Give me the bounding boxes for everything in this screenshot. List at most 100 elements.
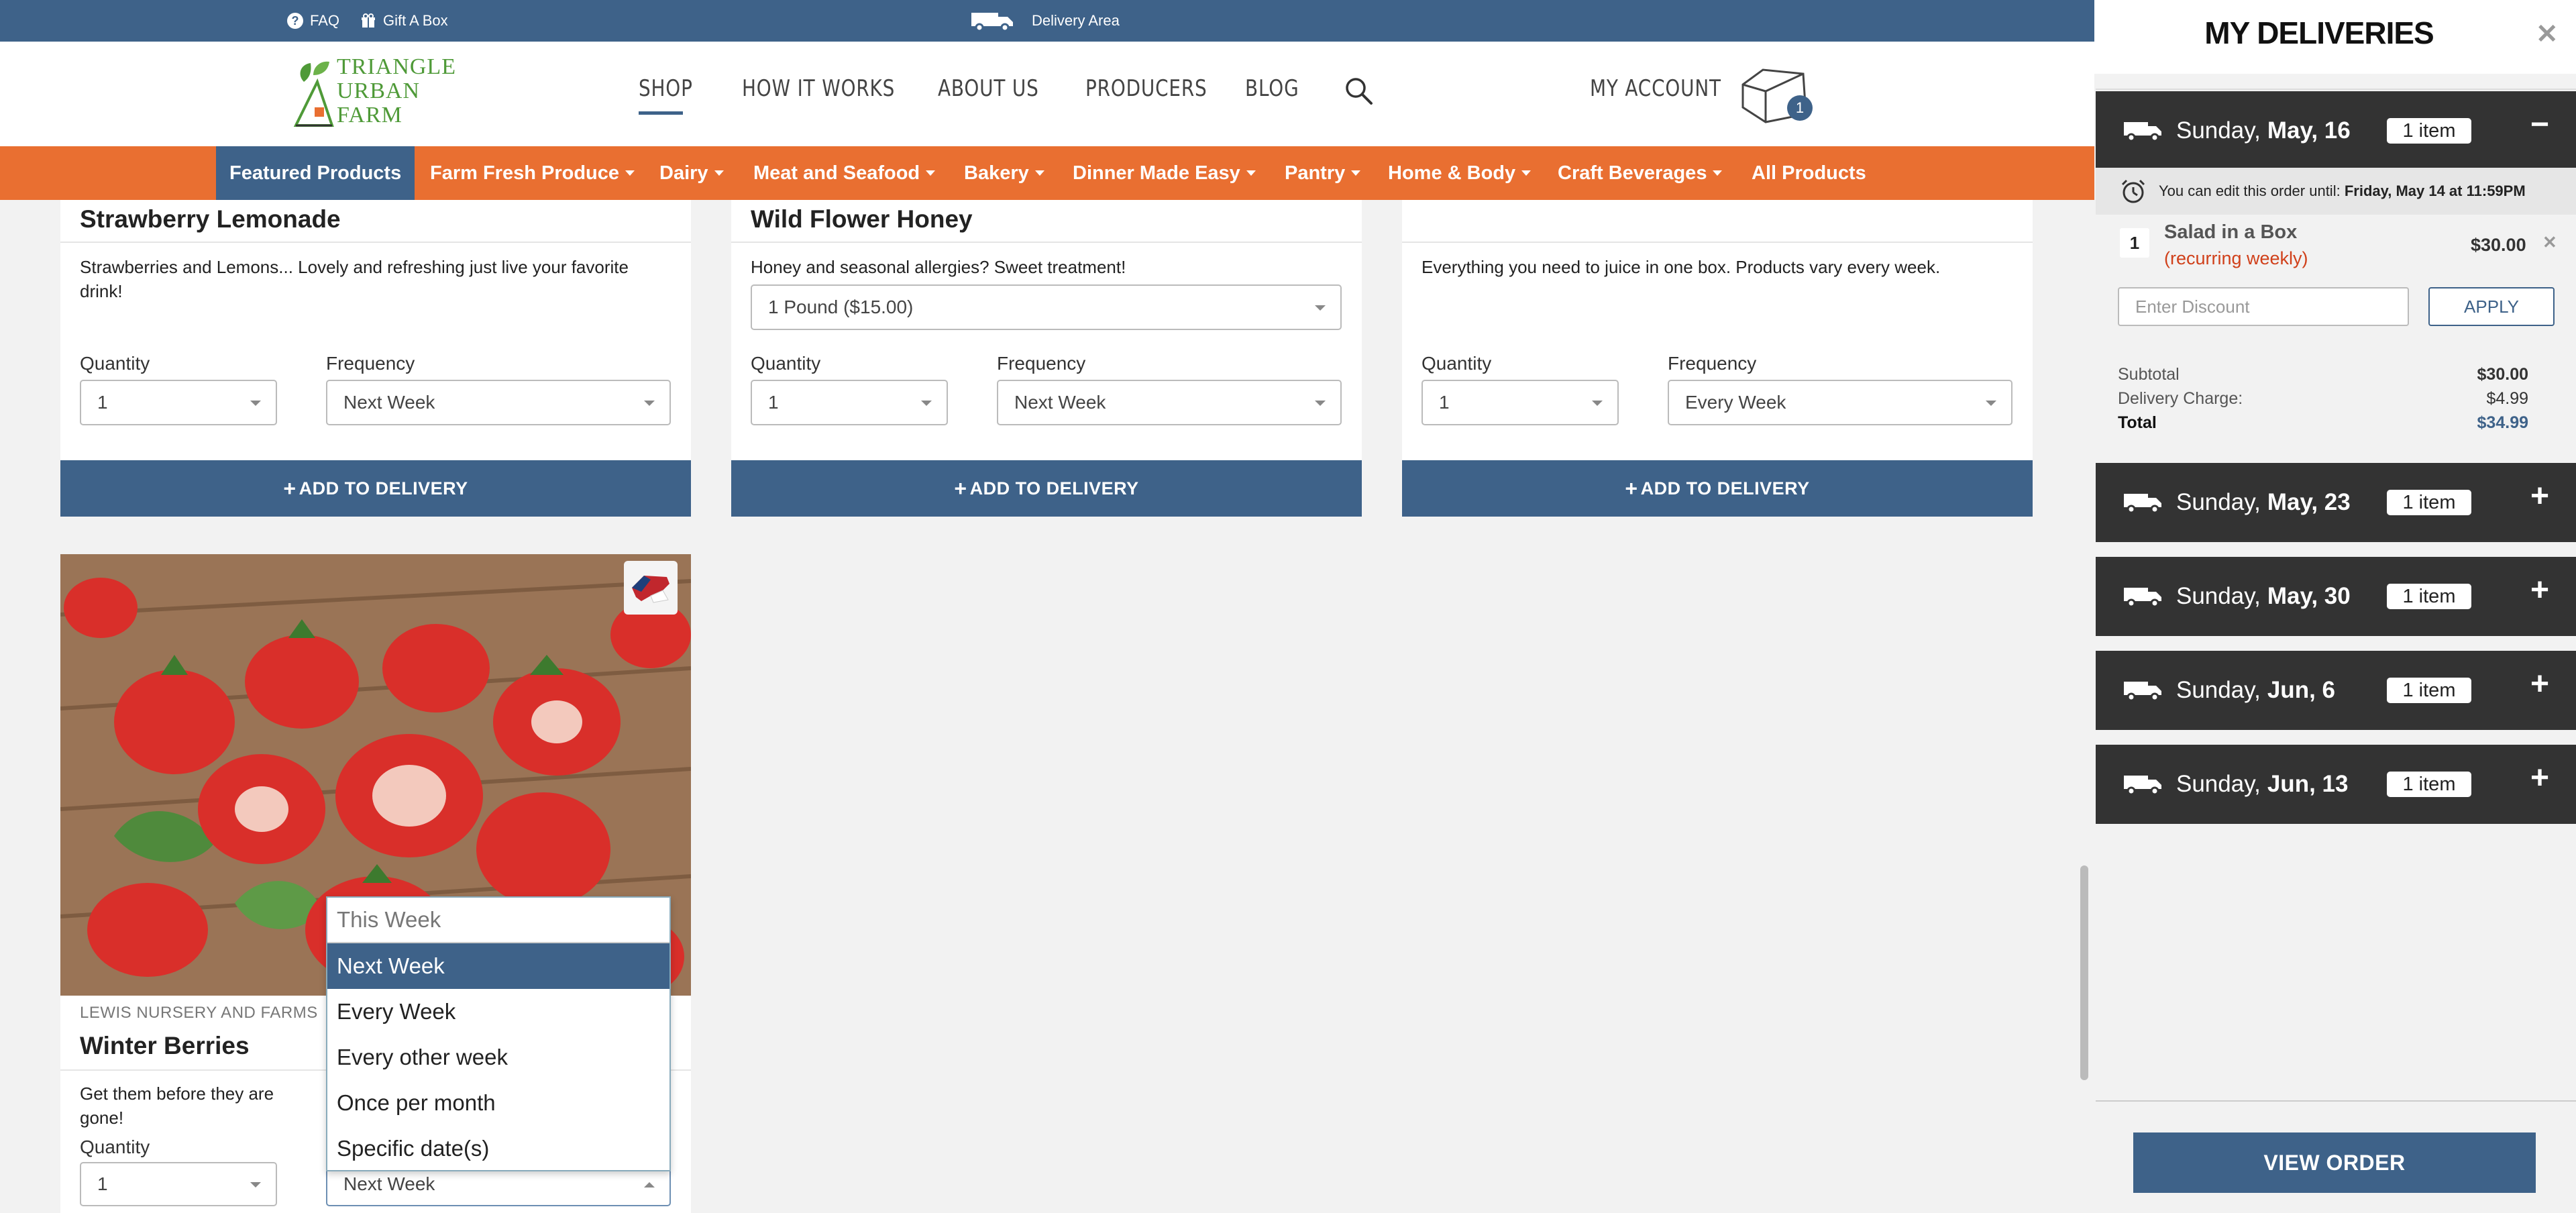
- logo-icon[interactable]: [290, 55, 337, 129]
- option-every-other-week[interactable]: Every other week: [327, 1035, 669, 1080]
- subtotal-value: $30.00: [2477, 365, 2528, 384]
- delivery-header[interactable]: Sunday, May, 30 1 item +: [2096, 557, 2576, 636]
- delivery-header[interactable]: Sunday, Jun, 6 1 item +: [2096, 651, 2576, 730]
- quantity-select[interactable]: 1: [80, 1162, 277, 1206]
- delivery-date-value: Jun, 13: [2267, 771, 2349, 797]
- chevron-down-icon: [921, 401, 932, 406]
- button-label: ADD TO DELIVERY: [969, 478, 1139, 498]
- delivery-header[interactable]: Sunday, May, 23 1 item +: [2096, 463, 2576, 542]
- button-label: ADD TO DELIVERY: [1640, 478, 1810, 498]
- delivery-header[interactable]: Sunday, May, 16 1 item −: [2096, 91, 2576, 170]
- frequency-label: Frequency: [1668, 353, 1757, 374]
- view-order-button[interactable]: VIEW ORDER: [2133, 1132, 2536, 1193]
- expand-icon[interactable]: +: [2530, 759, 2549, 796]
- delivery-charge-value: $4.99: [2486, 389, 2528, 408]
- nav-producers[interactable]: PRODUCERS: [1085, 75, 1208, 102]
- faq-link[interactable]: ? FAQ: [287, 0, 339, 42]
- frequency-select[interactable]: Next Week: [326, 380, 671, 425]
- quantity-label: Quantity: [751, 353, 821, 374]
- expand-icon[interactable]: +: [2530, 478, 2549, 515]
- select-value: Next Week: [343, 392, 435, 413]
- nav-blog[interactable]: BLOG: [1245, 75, 1299, 102]
- nav-my-account[interactable]: MY ACCOUNT: [1590, 75, 1721, 102]
- item-count-badge: 1 item: [2387, 772, 2471, 797]
- frequency-select[interactable]: Next Week: [997, 380, 1342, 425]
- add-to-delivery-button[interactable]: + ADD TO DELIVERY: [731, 460, 1362, 517]
- expand-icon[interactable]: +: [2530, 666, 2549, 702]
- category-dinner-made-easy[interactable]: Dinner Made Easy: [1073, 146, 1256, 200]
- item-name[interactable]: Salad in a Box: [2164, 221, 2297, 244]
- category-home-and-body[interactable]: Home & Body: [1388, 146, 1532, 200]
- category-farm-fresh-produce[interactable]: Farm Fresh Produce: [430, 146, 635, 200]
- delivery-day: Sunday,: [2176, 677, 2261, 703]
- chevron-up-icon: [644, 1182, 655, 1188]
- delivery-area-link[interactable]: Delivery Area: [971, 0, 1120, 42]
- remove-item-icon[interactable]: ✕: [2542, 232, 2557, 253]
- panel-divider: [2096, 1100, 2576, 1102]
- delivery-header[interactable]: Sunday, Jun, 13 1 item +: [2096, 745, 2576, 824]
- category-pantry[interactable]: Pantry: [1285, 146, 1361, 200]
- category-label: Dairy: [659, 162, 708, 184]
- category-label: All Products: [1752, 162, 1866, 184]
- nav-how-it-works[interactable]: HOW IT WORKS: [742, 75, 895, 102]
- category-label: Pantry: [1285, 162, 1346, 184]
- caret-down-icon: [714, 170, 724, 176]
- delivery-day: Sunday,: [2176, 117, 2261, 144]
- apply-button[interactable]: APPLY: [2428, 287, 2555, 326]
- truck-icon: [2124, 776, 2161, 796]
- delivery-date: Sunday, Jun, 13: [2176, 745, 2348, 824]
- logo-wordmark[interactable]: TRIANGLE URBAN FARM: [337, 55, 456, 127]
- category-meat-and-seafood[interactable]: Meat and Seafood: [753, 146, 936, 200]
- caret-down-icon: [1713, 170, 1723, 176]
- category-all-products[interactable]: All Products: [1752, 146, 1866, 200]
- category-bakery[interactable]: Bakery: [964, 146, 1044, 200]
- caret-down-icon: [625, 170, 635, 176]
- add-to-delivery-button[interactable]: + ADD TO DELIVERY: [60, 460, 691, 517]
- delivery-day: Sunday,: [2176, 583, 2261, 609]
- product-title[interactable]: Winter Berries: [80, 1032, 250, 1060]
- producer-name[interactable]: LEWIS NURSERY AND FARMS: [80, 1004, 318, 1022]
- quantity-select[interactable]: 1: [80, 380, 277, 425]
- edit-deadline-note: You can edit this order until: Friday, M…: [2096, 168, 2576, 215]
- category-dairy[interactable]: Dairy: [659, 146, 724, 200]
- quantity-select[interactable]: 1: [751, 380, 948, 425]
- divider: [60, 242, 691, 243]
- delivery-date: Sunday, May, 23: [2176, 463, 2351, 542]
- edit-note-text: You can edit this order until:: [2159, 182, 2341, 199]
- delivery-date: Sunday, May, 30: [2176, 557, 2351, 636]
- close-icon[interactable]: ✕: [2536, 19, 2559, 50]
- category-craft-beverages[interactable]: Craft Beverages: [1558, 146, 1723, 200]
- product-title[interactable]: Wild Flower Honey: [751, 205, 973, 233]
- expand-icon[interactable]: +: [2530, 572, 2549, 609]
- chevron-down-icon: [644, 401, 655, 406]
- delivery-area-label: Delivery Area: [1032, 12, 1120, 29]
- product-title[interactable]: Strawberry Lemonade: [80, 205, 341, 233]
- nav-shop[interactable]: SHOP: [639, 75, 693, 102]
- search-icon[interactable]: [1344, 76, 1374, 106]
- option-every-week[interactable]: Every Week: [327, 989, 669, 1035]
- option-once-per-month[interactable]: Once per month: [327, 1080, 669, 1126]
- category-featured-products[interactable]: Featured Products: [216, 146, 415, 200]
- category-label: Farm Fresh Produce: [430, 162, 620, 184]
- subtotal-row: Subtotal $30.00: [2118, 365, 2528, 384]
- variant-select[interactable]: 1 Pound ($15.00): [751, 284, 1342, 330]
- option-this-week[interactable]: This Week: [327, 898, 669, 943]
- collapse-icon[interactable]: −: [2530, 106, 2549, 143]
- gift-box-link[interactable]: Gift A Box: [360, 0, 448, 42]
- category-label: Craft Beverages: [1558, 162, 1707, 184]
- nav-about-us[interactable]: ABOUT US: [938, 75, 1039, 102]
- page-scrollbar[interactable]: [2080, 865, 2088, 1080]
- add-to-delivery-button[interactable]: + ADD TO DELIVERY: [1402, 460, 2033, 517]
- quantity-label: Quantity: [80, 1137, 150, 1157]
- chevron-down-icon: [1315, 305, 1326, 311]
- item-count-badge: 1 item: [2387, 678, 2471, 703]
- product-description: Get them before they are gone!: [80, 1084, 274, 1128]
- discount-input[interactable]: Enter Discount: [2118, 287, 2409, 326]
- option-next-week[interactable]: Next Week: [327, 943, 669, 989]
- option-specific-dates[interactable]: Specific date(s): [327, 1126, 669, 1171]
- quantity-select[interactable]: 1: [1421, 380, 1619, 425]
- frequency-select[interactable]: Every Week: [1668, 380, 2012, 425]
- delivery-day: Sunday,: [2176, 771, 2261, 797]
- total-value: $34.99: [2477, 413, 2528, 432]
- faq-label: FAQ: [310, 12, 340, 29]
